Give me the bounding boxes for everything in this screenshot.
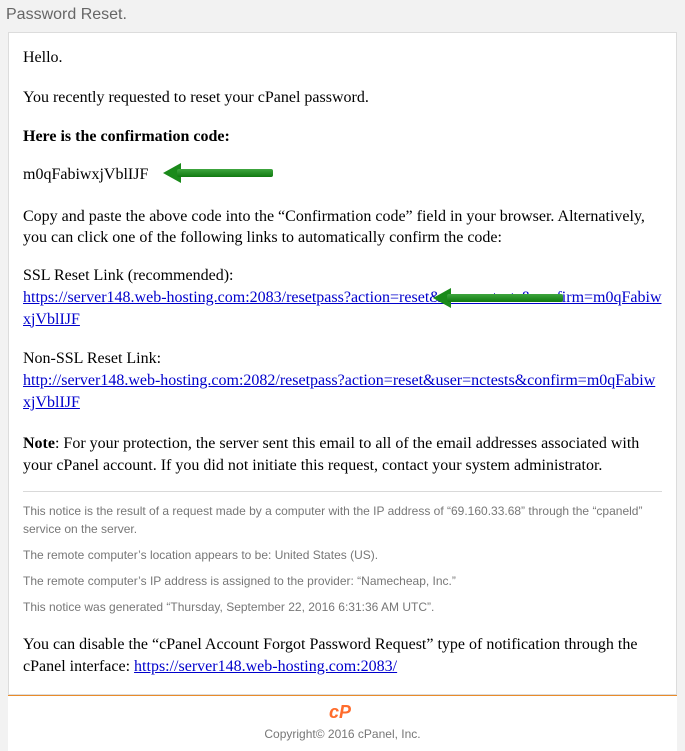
footer: cP Copyright© 2016 cPanel, Inc. xyxy=(8,695,677,751)
note-label: Note xyxy=(23,435,55,452)
code-heading: Here is the confirmation code: xyxy=(23,126,662,148)
nonssl-reset-link[interactable]: http://server148.web-hosting.com:2082/re… xyxy=(23,372,655,411)
greeting-text: Hello. xyxy=(23,47,662,69)
notice-generated: This notice was generated “Thursday, Sep… xyxy=(23,598,662,616)
page-title: Password Reset. xyxy=(0,0,685,32)
divider xyxy=(23,491,662,492)
confirmation-code-row: m0qFabiwxjVblIJF xyxy=(23,166,662,184)
ssl-link-label: SSL Reset Link (recommended): xyxy=(23,267,662,285)
confirmation-code: m0qFabiwxjVblIJF xyxy=(23,166,148,183)
note-block: Note: For your protection, the server se… xyxy=(23,433,662,476)
notice-ip: This notice is the result of a request m… xyxy=(23,502,662,538)
ssl-link-block: SSL Reset Link (recommended): https://se… xyxy=(23,267,662,330)
instructions-text: Copy and paste the above code into the “… xyxy=(23,206,662,249)
note-text: : For your protection, the server sent t… xyxy=(23,435,639,474)
arrow-icon xyxy=(163,166,273,180)
notice-provider: The remote computer’s IP address is assi… xyxy=(23,572,662,590)
email-viewport: Password Reset. Hello. You recently requ… xyxy=(0,0,685,751)
disable-line: You can disable the “cPanel Account Forg… xyxy=(23,634,662,679)
notice-location: The remote computer’s location appears t… xyxy=(23,546,662,564)
cpanel-logo-icon: cP xyxy=(329,702,357,727)
email-body-card: Hello. You recently requested to reset y… xyxy=(8,32,677,695)
nonssl-link-label: Non-SSL Reset Link: xyxy=(23,350,662,368)
copyright-text: Copyright© 2016 cPanel, Inc. xyxy=(8,727,677,741)
svg-text:cP: cP xyxy=(329,702,352,722)
nonssl-link-block: Non-SSL Reset Link: http://server148.web… xyxy=(23,350,662,413)
intro-text: You recently requested to reset your cPa… xyxy=(23,87,662,109)
cpanel-interface-link[interactable]: https://server148.web-hosting.com:2083/ xyxy=(134,658,397,675)
ssl-reset-link[interactable]: https://server148.web-hosting.com:2083/r… xyxy=(23,289,662,328)
